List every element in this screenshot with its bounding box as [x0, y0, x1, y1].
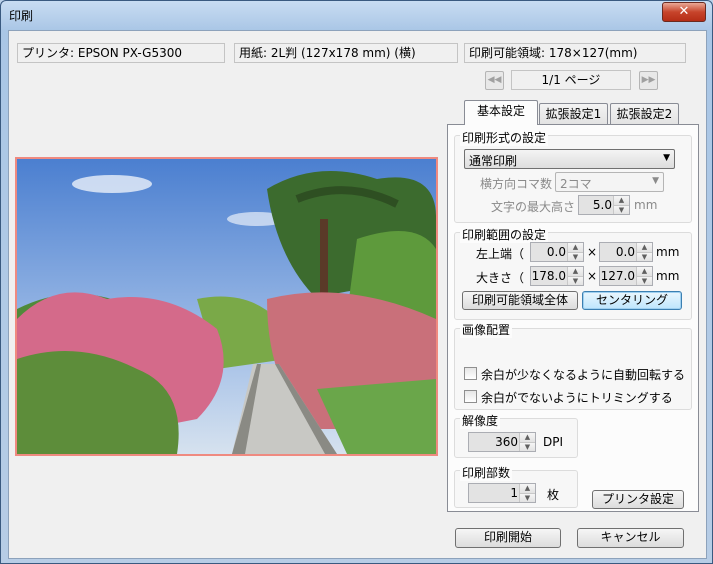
- spin-up-icon[interactable]: ▲: [520, 484, 535, 493]
- max-text-height-stepper[interactable]: 5.0 ▲ ▼: [578, 195, 630, 215]
- resolution-value: 360: [495, 435, 518, 449]
- top-left-x-value: 0.0: [546, 245, 566, 259]
- full-printable-area-button[interactable]: 印刷可能領域全体: [462, 291, 578, 310]
- spin-down-icon[interactable]: ▼: [637, 252, 652, 261]
- stepper-arrows[interactable]: ▲ ▼: [519, 484, 535, 502]
- window-title: 印刷: [9, 9, 34, 23]
- prev-page-button[interactable]: ◀◀: [485, 71, 504, 90]
- trimming-checkbox[interactable]: [464, 390, 477, 403]
- spin-down-icon[interactable]: ▼: [568, 252, 583, 261]
- printer-settings-button[interactable]: プリンタ設定: [592, 490, 684, 509]
- tab-extended-settings-1[interactable]: 拡張設定1: [539, 103, 608, 125]
- size-height-value: 127.0: [600, 269, 635, 283]
- copies-stepper[interactable]: 1 ▲ ▼: [468, 483, 536, 503]
- spin-up-icon[interactable]: ▲: [614, 196, 629, 205]
- stepper-arrows[interactable]: ▲ ▼: [613, 196, 629, 214]
- print-preview-image: [15, 157, 438, 456]
- stepper-arrows[interactable]: ▲ ▼: [636, 243, 652, 261]
- print-mode-select[interactable]: 通常印刷 ▼: [464, 149, 675, 169]
- print-range-title: 印刷範囲の設定: [460, 226, 549, 243]
- spin-down-icon[interactable]: ▼: [637, 276, 652, 285]
- stepper-arrows[interactable]: ▲ ▼: [636, 267, 652, 285]
- stepper-arrows[interactable]: ▲ ▼: [519, 433, 535, 451]
- printable-area-info: 印刷可能領域: 178×127(mm): [464, 43, 686, 63]
- print-dialog-window: 印刷 ✕ プリンタ: EPSON PX-G5300 用紙: 2L判 (127x1…: [0, 0, 713, 564]
- size-height-stepper[interactable]: 127.0 ▲ ▼: [599, 266, 653, 286]
- cancel-button[interactable]: キャンセル: [577, 528, 684, 548]
- spin-up-icon[interactable]: ▲: [520, 433, 535, 442]
- print-mode-value: 通常印刷: [469, 154, 518, 168]
- resolution-title: 解像度: [460, 412, 501, 429]
- fast-forward-icon: ▶▶: [641, 75, 656, 85]
- copies-value: 1: [510, 486, 518, 500]
- top-left-x-stepper[interactable]: 0.0 ▲ ▼: [530, 242, 584, 262]
- spin-down-icon[interactable]: ▼: [614, 205, 629, 214]
- copies-title: 印刷部数: [460, 464, 513, 481]
- trimming-label[interactable]: 余白がでないようにトリミングする: [481, 389, 673, 406]
- close-icon: ✕: [678, 4, 690, 19]
- size-width-stepper[interactable]: 178.0 ▲ ▼: [530, 266, 584, 286]
- page-indicator: 1/1 ページ: [511, 70, 631, 90]
- image-placement-title: 画像配置: [460, 321, 513, 338]
- resolution-unit: DPI: [543, 435, 564, 449]
- start-print-button[interactable]: 印刷開始: [455, 528, 561, 548]
- chevron-down-icon: ▼: [663, 153, 670, 163]
- frames-select[interactable]: 2コマ ▼: [555, 172, 664, 192]
- copies-unit: 枚: [547, 488, 560, 502]
- size-label: 大きさ（: [476, 271, 525, 285]
- times-sign: ×: [587, 269, 598, 283]
- close-button[interactable]: ✕: [662, 2, 706, 22]
- frames-value: 2コマ: [560, 177, 592, 191]
- basic-settings-panel: 印刷形式の設定 通常印刷 ▼ 横方向コマ数 2コマ ▼ 文字の最大高さ 5.0 …: [447, 124, 699, 512]
- spin-up-icon[interactable]: ▲: [568, 267, 583, 276]
- max-text-height-value: 5.0: [592, 198, 612, 212]
- resolution-stepper[interactable]: 360 ▲ ▼: [468, 432, 536, 452]
- size-unit: mm: [656, 269, 680, 283]
- top-left-unit: mm: [656, 245, 680, 259]
- dialog-client-area: プリンタ: EPSON PX-G5300 用紙: 2L判 (127x178 mm…: [8, 30, 707, 559]
- top-left-y-stepper[interactable]: 0.0 ▲ ▼: [599, 242, 653, 262]
- landscape-photo: [17, 159, 436, 454]
- frames-label: 横方向コマ数: [480, 177, 553, 191]
- max-text-height-unit: mm: [634, 198, 658, 212]
- auto-rotate-label[interactable]: 余白が少なくなるように自動回転する: [481, 366, 685, 383]
- printer-info: プリンタ: EPSON PX-G5300: [17, 43, 225, 63]
- spin-up-icon[interactable]: ▲: [637, 243, 652, 252]
- size-width-value: 178.0: [531, 269, 566, 283]
- top-left-y-value: 0.0: [615, 245, 635, 259]
- rewind-icon: ◀◀: [487, 75, 502, 85]
- auto-rotate-checkbox[interactable]: [464, 367, 477, 380]
- tab-basic-settings[interactable]: 基本設定: [464, 100, 538, 125]
- title-bar[interactable]: 印刷 ✕: [1, 1, 712, 29]
- top-left-label: 左上端（: [476, 247, 525, 261]
- stepper-arrows[interactable]: ▲ ▼: [567, 243, 583, 261]
- spin-down-icon[interactable]: ▼: [520, 493, 535, 502]
- spin-up-icon[interactable]: ▲: [568, 243, 583, 252]
- stepper-arrows[interactable]: ▲ ▼: [567, 267, 583, 285]
- spin-down-icon[interactable]: ▼: [520, 442, 535, 451]
- next-page-button[interactable]: ▶▶: [639, 71, 658, 90]
- spin-down-icon[interactable]: ▼: [568, 276, 583, 285]
- times-sign: ×: [587, 245, 598, 259]
- centering-button[interactable]: センタリング: [582, 291, 682, 310]
- tab-extended-settings-2[interactable]: 拡張設定2: [610, 103, 679, 125]
- print-format-title: 印刷形式の設定: [460, 129, 549, 146]
- max-text-height-label: 文字の最大高さ: [491, 200, 576, 214]
- chevron-down-icon: ▼: [652, 176, 659, 186]
- paper-info: 用紙: 2L判 (127x178 mm) (横): [234, 43, 458, 63]
- spin-up-icon[interactable]: ▲: [637, 267, 652, 276]
